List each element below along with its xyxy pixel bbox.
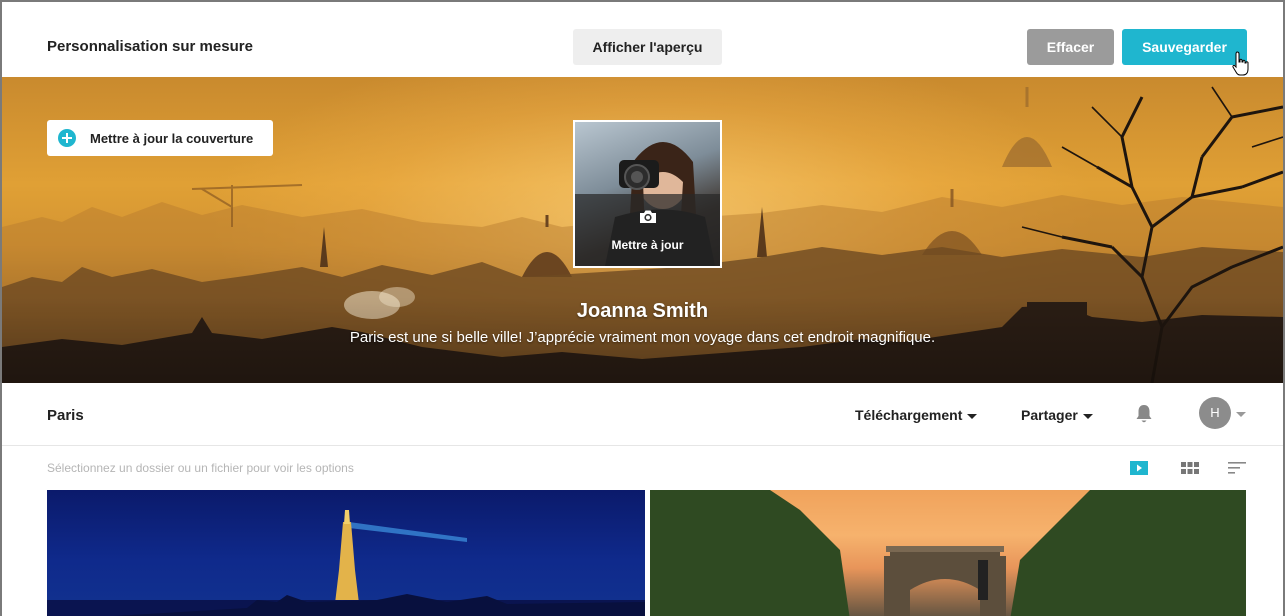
- slideshow-icon[interactable]: [1130, 460, 1148, 476]
- avatar-update-label: Mettre à jour: [611, 238, 684, 252]
- profile-avatar[interactable]: Mettre à jour: [573, 120, 722, 268]
- grid-icon[interactable]: [1181, 460, 1199, 476]
- sort-icon[interactable]: [1228, 460, 1246, 476]
- caret-down-icon: [1082, 413, 1093, 419]
- save-button[interactable]: Sauvegarder: [1122, 29, 1247, 65]
- app-frame: Personnalisation sur mesure Afficher l'a…: [0, 0, 1285, 616]
- selection-hint: Sélectionnez un dossier ou un fichier po…: [47, 461, 354, 475]
- profile-name: Joanna Smith: [576, 300, 709, 322]
- page-title: Personnalisation sur mesure: [47, 38, 253, 55]
- download-menu[interactable]: Téléchargement: [855, 407, 978, 423]
- cover-image: Mettre à jour la couverture Mettre à jou…: [2, 77, 1283, 383]
- top-bar: Personnalisation sur mesure Afficher l'a…: [2, 2, 1283, 77]
- caret-down-icon: [967, 413, 978, 419]
- update-cover-label: Mettre à jour la couverture: [90, 130, 254, 146]
- update-cover-button[interactable]: Mettre à jour la couverture: [47, 120, 273, 156]
- folder-title: Paris: [47, 407, 84, 424]
- share-menu[interactable]: Partager: [1021, 407, 1093, 423]
- folder-bar: Paris Téléchargement Partager H: [2, 383, 1283, 446]
- preview-button[interactable]: Afficher l'aperçu: [573, 29, 722, 65]
- user-menu-caret-icon[interactable]: [1236, 412, 1246, 417]
- plus-circle-icon: [58, 129, 76, 147]
- photo-thumbnail-arc[interactable]: [650, 490, 1246, 616]
- user-avatar[interactable]: H: [1199, 397, 1231, 429]
- hand-cursor-icon: [1232, 51, 1249, 76]
- share-label: Partager: [1021, 407, 1078, 423]
- avatar-update-overlay[interactable]: Mettre à jour: [575, 194, 720, 266]
- bell-icon[interactable]: [1135, 404, 1153, 424]
- photo-thumbnail-eiffel[interactable]: [47, 490, 645, 616]
- profile-bio: Paris est une si belle ville! J’apprécie…: [349, 329, 936, 346]
- download-label: Téléchargement: [855, 407, 963, 423]
- camera-icon: [640, 210, 656, 223]
- clear-button[interactable]: Effacer: [1027, 29, 1114, 65]
